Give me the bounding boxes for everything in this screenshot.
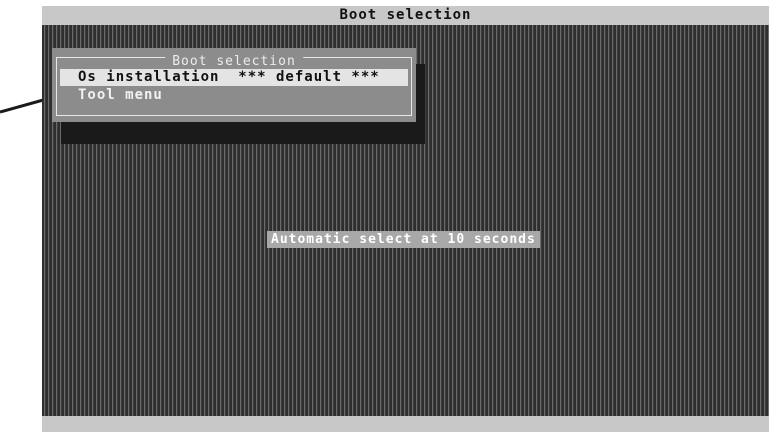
boot-screen: Boot selection Boot selection Os install… <box>42 6 769 432</box>
screen-title-bar: Boot selection <box>42 6 769 25</box>
auto-select-countdown: Automatic select at 10 seconds <box>267 231 540 248</box>
menu-item-os-installation[interactable]: Os installation *** default *** <box>60 69 408 86</box>
figure-page: Boot selection Boot selection Os install… <box>0 0 769 432</box>
screen-status-bar <box>42 416 769 432</box>
boot-menu-title: Boot selection <box>165 55 303 69</box>
boot-menu-panel: Boot selection Os installation *** defau… <box>52 48 416 122</box>
menu-item-tool-menu[interactable]: Tool menu <box>60 87 408 104</box>
